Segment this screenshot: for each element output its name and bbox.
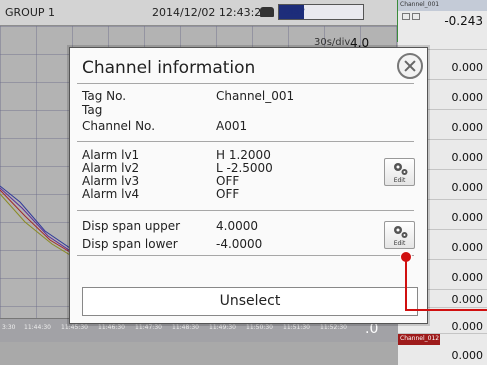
channel-value: 0.000 [451,91,484,104]
checkbox-icon [412,13,420,20]
channel-no-value: A001 [216,119,248,133]
time-label: 11:52:30 [320,324,347,331]
time-label: 11:47:30 [135,324,162,331]
tag-label: Tag [82,103,103,117]
time-label: 11:44:30 [24,324,51,331]
time-label: 11:45:30 [61,324,88,331]
tag-no-label: Tag No. [82,89,127,103]
channel-value: 0.000 [451,320,484,333]
span-value: -4.0000 [216,237,263,251]
alarm-value: H 1.2000 [216,148,271,162]
edit-span-button[interactable]: Edit [384,221,415,249]
disp-label: DISP [284,7,305,17]
channel-info-dialog: Channel information Tag No. Channel_001 … [69,47,428,324]
channel-value: -0.243 [444,14,483,28]
channel-name: Channel_001 [400,1,440,8]
status-bar: GROUP 1 2014/12/02 12:43:26 DISP [0,0,398,26]
channel-no-label: Channel No. [82,119,156,133]
channel-tile[interactable]: Channel_001 -0.243 [398,0,487,50]
span-value: 4.0000 [216,219,258,233]
time-label: 11:51:30 [283,324,310,331]
channel-value: 0.000 [451,181,484,194]
divider [77,141,414,142]
gear-icon [394,163,408,175]
channel-value: 0.000 [451,271,484,284]
channel-tile[interactable]: Channel_012 0.000 [398,334,487,365]
channel-value: 0.000 [451,151,484,164]
alarm-value: L -2.5000 [216,161,273,175]
time-label: 11:46:30 [98,324,125,331]
time-label: 11:49:30 [209,324,236,331]
span-label: Disp span lower [82,237,178,251]
edit-label: Edit [393,240,406,247]
close-icon[interactable] [397,53,423,79]
time-label: 11:50:30 [246,324,273,331]
channel-value: 0.000 [451,121,484,134]
tag-no-value: Channel_001 [216,89,295,103]
unselect-button[interactable]: Unselect [82,287,418,316]
time-label: 11:48:30 [172,324,199,331]
disp-indicator: DISP [278,4,364,20]
channel-name: Channel_012 [400,335,440,342]
storage-icon [260,7,274,17]
edit-alarm-button[interactable]: Edit [384,158,415,186]
datetime-display: 2014/12/02 12:43:26 [152,6,269,19]
time-label: 3:30 [2,324,16,331]
span-label: Disp span upper [82,219,181,233]
divider [77,255,414,256]
divider [77,210,414,211]
callout-line [405,258,407,311]
channel-value: 0.000 [451,241,484,254]
alarm-label: Alarm lv2 [82,161,140,175]
channel-value: 0.000 [451,293,484,306]
checkbox-icon [402,13,410,20]
edit-label: Edit [393,177,406,184]
channel-value: 0.000 [451,349,484,362]
divider [77,83,414,84]
alarm-label: Alarm lv4 [82,187,140,201]
alarm-label: Alarm lv3 [82,174,140,188]
callout-line [405,309,487,311]
channel-value: 0.000 [451,211,484,224]
alarm-value: OFF [216,187,240,201]
alarm-value: OFF [216,174,240,188]
gear-icon [394,226,408,238]
alarm-label: Alarm lv1 [82,148,140,162]
group-name[interactable]: GROUP 1 [5,6,55,19]
channel-value: 0.000 [451,61,484,74]
dialog-title: Channel information [82,58,256,78]
